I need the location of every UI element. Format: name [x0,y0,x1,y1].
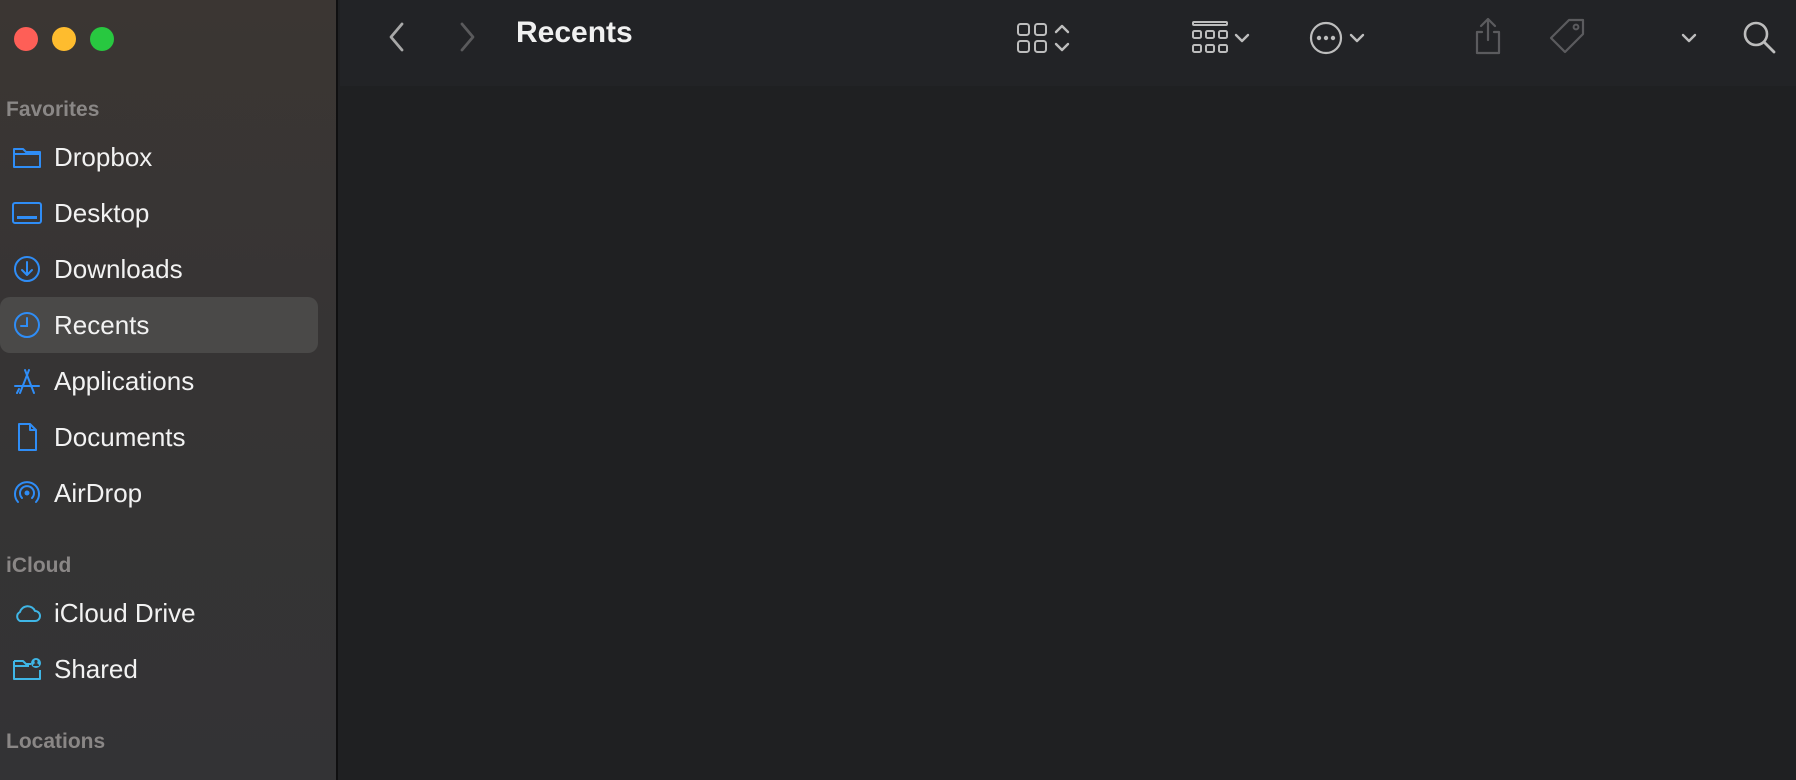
sidebar-item-shared[interactable]: Shared [0,641,318,697]
sidebar-item-airdrop[interactable]: AirDrop [0,465,318,521]
grid-view-icon [1015,20,1051,56]
close-window-button[interactable] [14,27,38,51]
sidebar-item-dropbox[interactable]: Dropbox [0,129,318,185]
group-by-icon [1190,20,1230,56]
up-down-chevron-icon [1051,20,1073,56]
sidebar-section-icloud: iCloud [6,554,72,577]
search-icon [1740,18,1778,56]
toolbar-overflow-button[interactable] [1674,18,1704,58]
sidebar: Favorites Dropbox Desktop Downloads Rece… [0,0,338,780]
cloud-icon [10,596,44,630]
chevron-left-icon [387,21,407,53]
content-area: Recents [340,0,1796,780]
sidebar-section-locations: Locations [6,730,106,753]
forward-button[interactable] [450,18,484,56]
sidebar-item-label: Downloads [54,253,183,284]
sidebar-item-label: Shared [54,653,138,684]
group-by-button[interactable] [1182,18,1262,58]
applications-icon [10,364,44,398]
sidebar-item-desktop[interactable]: Desktop [0,185,318,241]
view-options-button[interactable] [1006,18,1082,58]
window-controls [14,27,114,51]
ellipsis-circle-icon [1307,19,1345,57]
tag-icon [1547,16,1587,56]
sidebar-item-label: Documents [54,421,186,452]
sidebar-item-applications[interactable]: Applications [0,353,318,409]
sidebar-item-icloud-drive[interactable]: iCloud Drive [0,585,318,641]
back-button[interactable] [380,18,414,56]
chevron-down-icon [1230,20,1254,56]
search-button[interactable] [1738,16,1780,58]
chevron-right-icon [457,21,477,53]
window-title: Recents [516,16,633,49]
sidebar-section-favorites: Favorites [6,98,100,121]
share-icon [1470,16,1506,56]
minimize-window-button[interactable] [52,27,76,51]
airdrop-icon [10,476,44,510]
share-button[interactable] [1468,14,1508,58]
maximize-window-button[interactable] [90,27,114,51]
sidebar-item-label: Dropbox [54,141,153,172]
file-list-empty[interactable] [340,86,1796,780]
chevron-down-icon [1345,20,1369,56]
sidebar-item-label: Desktop [54,197,150,228]
action-menu-button[interactable] [1300,18,1376,58]
sidebar-item-recents[interactable]: Recents [0,297,318,353]
sidebar-item-label: Applications [54,365,195,396]
toolbar: Recents [340,0,1796,86]
shared-folder-icon [10,652,44,686]
sidebar-item-documents[interactable]: Documents [0,409,318,465]
desktop-icon [10,196,44,230]
downloads-icon [10,252,44,286]
sidebar-item-label: AirDrop [54,477,143,508]
document-icon [10,420,44,454]
chevron-down-icon [1677,20,1701,56]
folder-icon [10,140,44,174]
sidebar-item-label: Recents [54,309,150,340]
sidebar-item-downloads[interactable]: Downloads [0,241,318,297]
tag-button[interactable] [1546,14,1588,58]
clock-icon [10,308,44,342]
sidebar-item-label: iCloud Drive [54,597,196,628]
